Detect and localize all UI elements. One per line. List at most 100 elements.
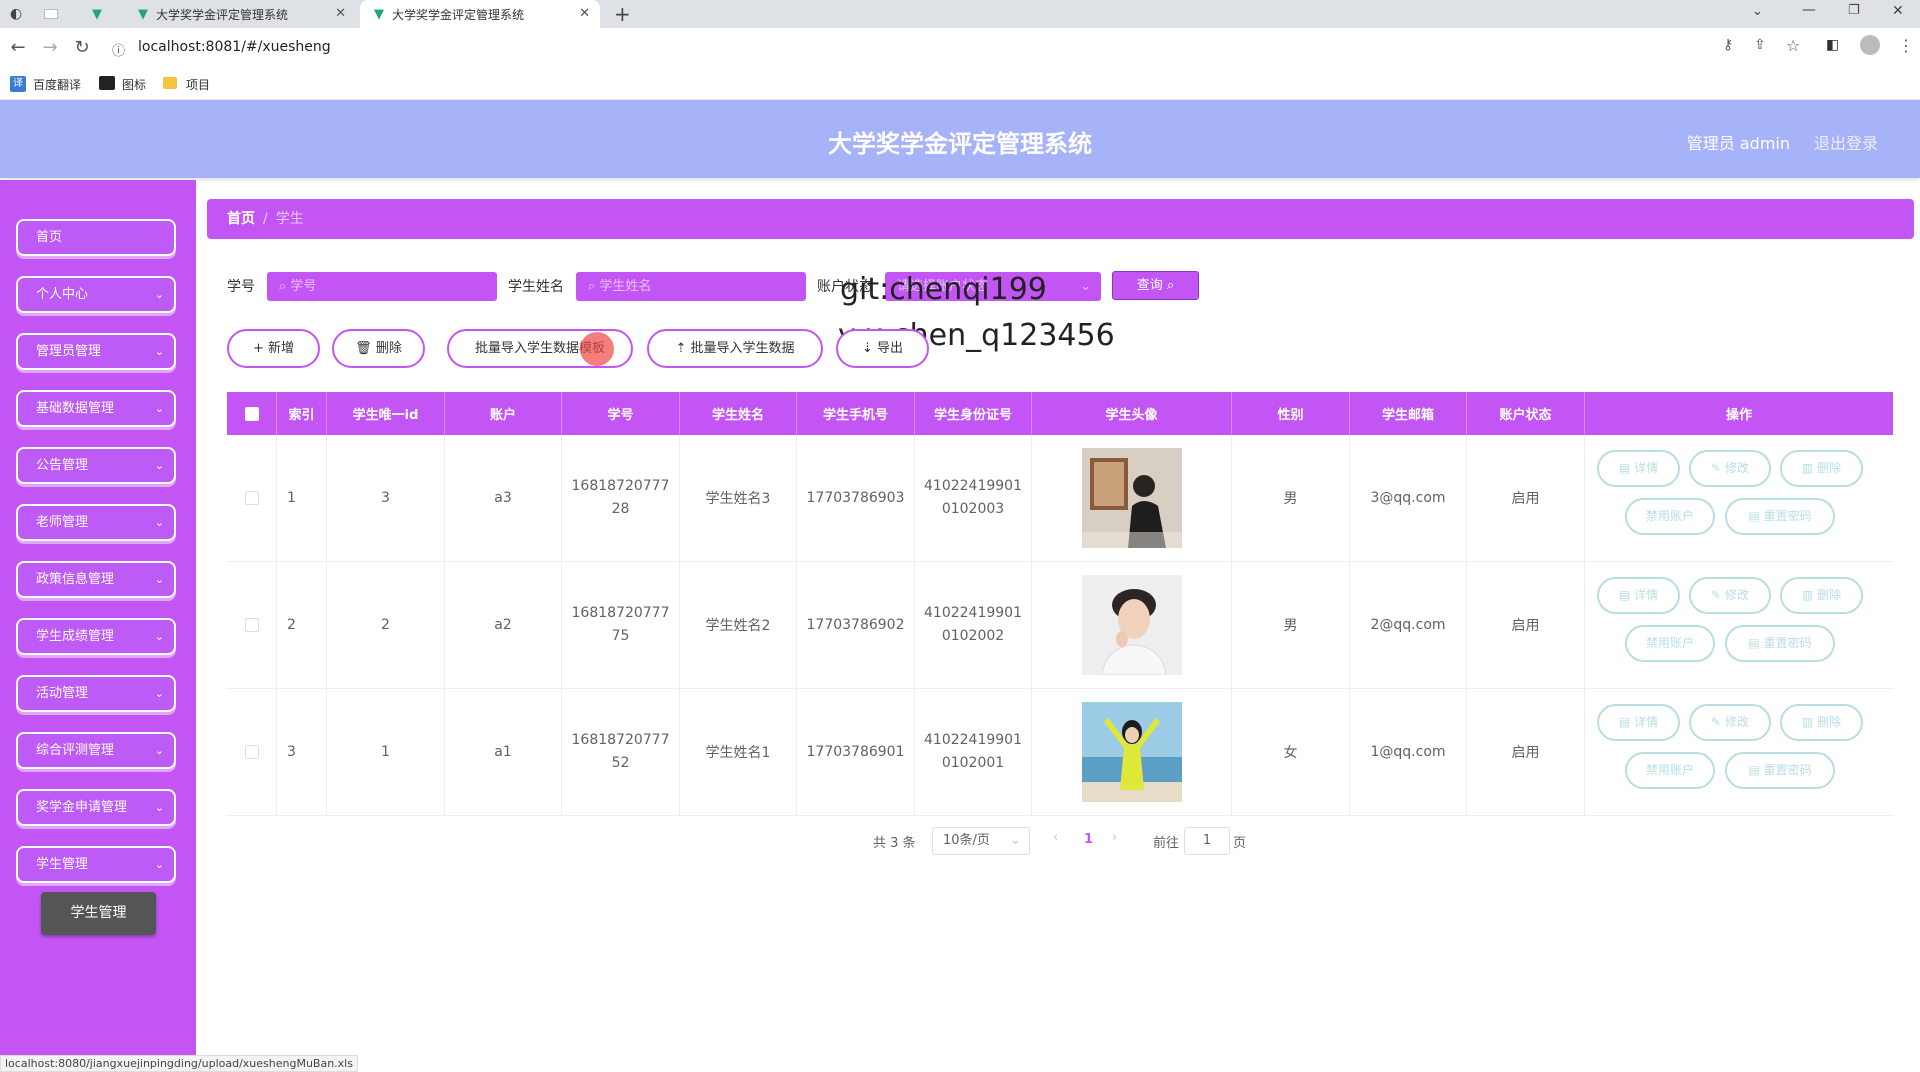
breadcrumb: 首页 / 学生 (207, 199, 1914, 239)
detail-button[interactable]: ▤ 详情 (1597, 450, 1680, 487)
delete-row-button[interactable]: ▥ 删除 (1780, 450, 1863, 487)
sidebar-item-teacher[interactable]: 老师管理 ⌄ (16, 504, 176, 541)
select-all-cell (227, 392, 277, 435)
doc-icon: ▤ (1618, 588, 1635, 602)
reload-icon[interactable]: ↻ (70, 36, 94, 60)
header-uid: 学生唯一id (327, 392, 445, 435)
page-number-current[interactable]: 1 (1084, 832, 1093, 847)
cell-email: 2@qq.com (1350, 562, 1467, 688)
star-icon[interactable]: ☆ (1786, 36, 1800, 55)
edit-button[interactable]: ✎ 修改 (1689, 704, 1771, 741)
bookmark-icons[interactable]: 图标 (122, 76, 146, 93)
row-checkbox[interactable] (244, 745, 259, 759)
tab-2-active[interactable]: ▼ 大学奖学金评定管理系统 ✕ (360, 0, 600, 28)
export-button[interactable]: ⇣ 导出 (836, 329, 929, 368)
cell-avatar (1032, 562, 1232, 688)
goto-page-input[interactable]: 1 (1184, 827, 1230, 855)
sidebar-item-activity[interactable]: 活动管理 ⌄ (16, 675, 176, 712)
disable-account-button[interactable]: 禁用账户 (1625, 752, 1715, 789)
share-icon[interactable]: ⇪ (1754, 37, 1766, 53)
browser-menu-icon[interactable]: ◐ (10, 0, 38, 28)
plus-icon: + (252, 341, 268, 356)
header-account: 账户 (445, 392, 562, 435)
xuehao-part-2: 52 (611, 755, 630, 771)
cell-status: 启用 (1467, 689, 1585, 815)
header-status: 账户状态 (1467, 392, 1585, 435)
import-button[interactable]: ⇡ 批量导入学生数据 (647, 329, 823, 368)
cell-avatar (1032, 689, 1232, 815)
sidebar: 首页 个人中心 ⌄ 管理员管理 ⌄ 基础数据管理 ⌄ 公告管理 ⌄ 老师管理 ⌄ 政策信息… (0, 180, 196, 1072)
reset-password-button[interactable]: ▤ 重置密码 (1725, 752, 1835, 789)
sidebar-subitem-students[interactable]: 学生管理 (41, 892, 156, 935)
bookmark-project[interactable]: 项目 (186, 76, 210, 93)
header-phone: 学生手机号 (797, 392, 915, 435)
url-field[interactable]: localhost:8081/#/xuesheng (138, 39, 331, 55)
restore-icon[interactable]: ❐ (1848, 3, 1860, 18)
info-icon[interactable]: ⓘ (112, 40, 125, 59)
name-input[interactable]: ⌕ 学生姓名 (576, 272, 806, 301)
xuehao-input[interactable]: ⌕ 学号 (267, 272, 497, 301)
detail-button[interactable]: ▤ 详情 (1597, 704, 1680, 741)
idcard-part-2: 0102001 (941, 755, 1005, 771)
sidebar-item-policy[interactable]: 政策信息管理 ⌄ (16, 561, 176, 598)
cell-xuehao: 16818720777 75 (562, 562, 680, 688)
sidebar-item-notice[interactable]: 公告管理 ⌄ (16, 447, 176, 484)
row-checkbox[interactable] (244, 491, 259, 505)
prev-page-icon[interactable]: ‹ (1053, 830, 1058, 845)
logout-link[interactable]: 退出登录 (1814, 130, 1878, 154)
close-window-icon[interactable]: ✕ (1892, 3, 1904, 19)
edit-button[interactable]: ✎ 修改 (1689, 450, 1771, 487)
reset-password-button[interactable]: ▤ 重置密码 (1725, 625, 1835, 662)
tab-1[interactable]: ▼ 大学奖学金评定管理系统 ✕ (128, 0, 356, 28)
chevron-down-icon[interactable]: ⌄ (1752, 4, 1763, 19)
sidepanel-icon[interactable]: ◧ (1826, 37, 1839, 53)
sidebar-item-label: 管理员管理 (36, 344, 102, 359)
delete-button[interactable]: 🗑 删除 (332, 329, 425, 368)
sidebar-item-label: 政策信息管理 (36, 572, 115, 587)
add-button[interactable]: + 新增 (227, 329, 320, 368)
disable-account-button[interactable]: 禁用账户 (1625, 498, 1715, 535)
minimize-icon[interactable]: — (1802, 2, 1816, 18)
next-page-icon[interactable]: › (1112, 830, 1117, 845)
more-icon[interactable]: ⋮ (1898, 36, 1914, 55)
new-tab-icon[interactable]: + (614, 2, 631, 26)
sidebar-item-personal[interactable]: 个人中心 ⌄ (16, 276, 176, 313)
sidebar-item-basedata[interactable]: 基础数据管理 ⌄ (16, 390, 176, 427)
row-checkbox[interactable] (244, 618, 259, 632)
close-tab-icon[interactable]: ✕ (335, 6, 346, 21)
forward-icon[interactable]: → (38, 36, 62, 60)
page-size-select[interactable]: 10条/页 ⌄ (932, 827, 1030, 855)
cell-idcard: 41022419901 0102002 (915, 562, 1032, 688)
sidebar-item-home[interactable]: 首页 (16, 219, 176, 256)
student-avatar (1081, 575, 1182, 675)
trash-icon: ▥ (1801, 715, 1818, 729)
detail-button[interactable]: ▤ 详情 (1597, 577, 1680, 614)
delete-row-button[interactable]: ▥ 删除 (1780, 577, 1863, 614)
status-bar-url: localhost:8080/jiangxuejinpingding/uploa… (0, 1055, 358, 1072)
bookmark-translate[interactable]: 百度翻译 (33, 76, 81, 93)
name-placeholder: 学生姓名 (599, 279, 652, 294)
page-size-value: 10条/页 (943, 833, 990, 848)
cell-account: a3 (445, 435, 562, 561)
query-button[interactable]: 查询 ⌕ (1112, 271, 1199, 300)
reset-password-button[interactable]: ▤ 重置密码 (1725, 498, 1835, 535)
edit-button[interactable]: ✎ 修改 (1689, 577, 1771, 614)
breadcrumb-home[interactable]: 首页 (227, 211, 255, 227)
trash-icon: ▥ (1801, 588, 1818, 602)
delete-row-button[interactable]: ▥ 删除 (1780, 704, 1863, 741)
key-icon[interactable]: ⚷ (1723, 37, 1733, 53)
cell-index: 3 (277, 689, 327, 815)
sidebar-item-grades[interactable]: 学生成绩管理 ⌄ (16, 618, 176, 655)
profile-avatar[interactable] (1860, 35, 1880, 55)
back-icon[interactable]: ← (6, 36, 30, 60)
close-tab-icon[interactable]: ✕ (579, 6, 590, 21)
sidebar-item-label: 活动管理 (36, 686, 89, 701)
disable-account-button[interactable]: 禁用账户 (1625, 625, 1715, 662)
sidebar-item-scholarship[interactable]: 奖学金申请管理 ⌄ (16, 789, 176, 826)
blank-tab[interactable] (44, 0, 72, 28)
sidebar-item-label: 首页 (36, 230, 63, 245)
pinned-tab-vue-icon[interactable]: ▼ (92, 0, 120, 28)
select-all-checkbox[interactable] (244, 406, 259, 421)
sidebar-item-evaluation[interactable]: 综合评测管理 ⌄ (16, 732, 176, 769)
sidebar-item-admin[interactable]: 管理员管理 ⌄ (16, 333, 176, 370)
